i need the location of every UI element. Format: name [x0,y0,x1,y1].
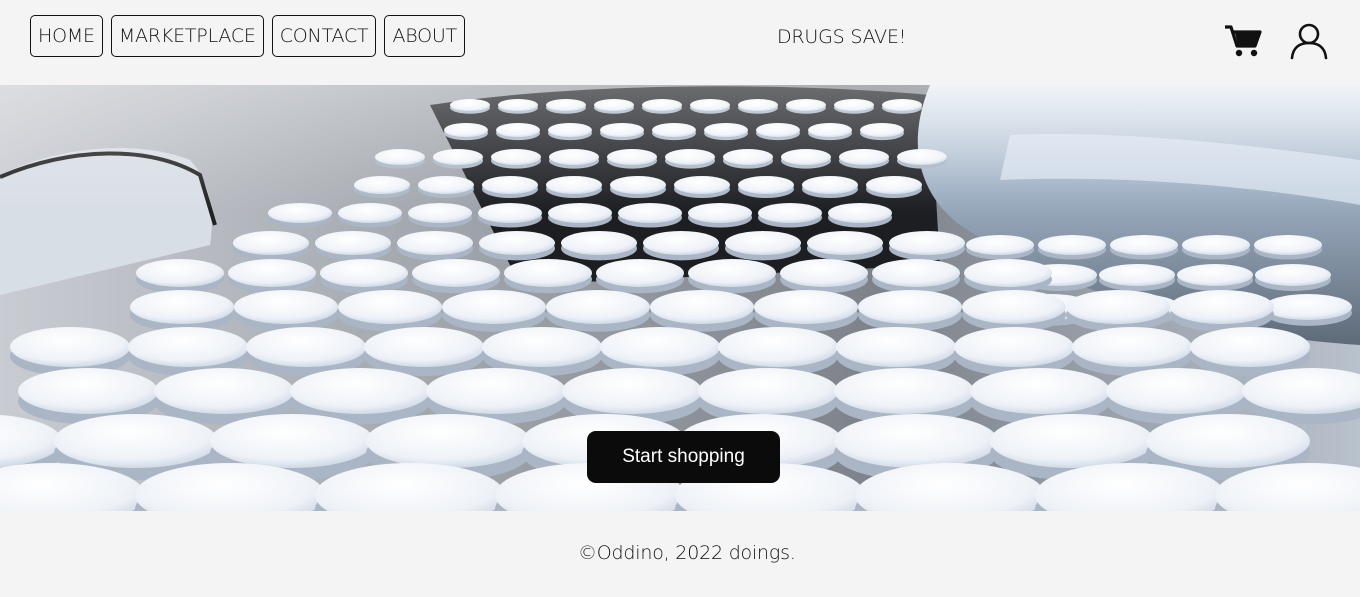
nav-contact-button[interactable]: CONTACT [271,15,377,57]
site-footer: ©Oddino, 2022 doings. [0,511,1360,597]
nav-about-button[interactable]: ABOUT [384,15,466,57]
cart-icon[interactable] [1224,24,1262,58]
nav-marketplace-button[interactable]: MARKETPLACE [110,15,264,57]
main-nav: HOME MARKETPLACE CONTACT ABOUT [30,15,466,57]
nav-home-button[interactable]: HOME [30,15,103,57]
user-icon[interactable] [1289,22,1329,60]
site-brand: DRUGS SAVE! [777,26,907,48]
start-shopping-button[interactable]: Start shopping [587,431,780,483]
footer-copyright: ©Oddino, 2022 doings. [578,542,796,564]
site-header: HOME MARKETPLACE CONTACT ABOUT DRUGS SAV… [0,0,1360,85]
